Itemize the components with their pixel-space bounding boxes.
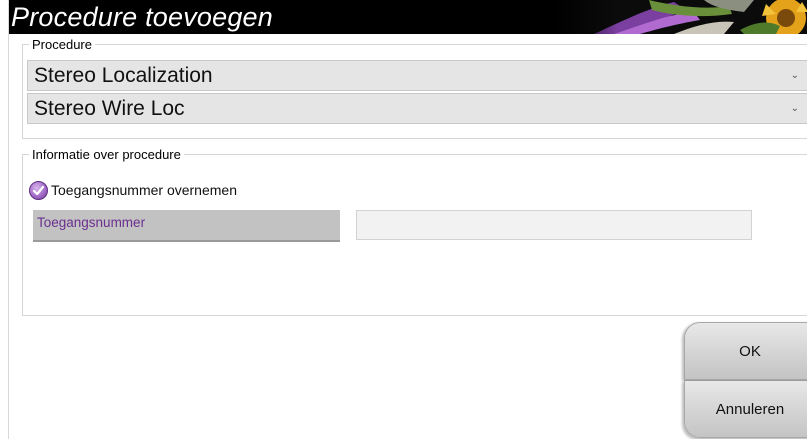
dialog-title: Procedure toevoegen — [11, 2, 273, 32]
procedure-select[interactable]: Stereo Localization ⌄ — [27, 60, 807, 91]
procedure-info-group: Informatie over procedure Toegangsnummer… — [22, 147, 807, 316]
title-bar: Procedure toevoegen — [9, 0, 807, 34]
procedure-group: Procedure Stereo Localization ⌄ Stereo W… — [22, 37, 807, 139]
flower-banner-image — [554, 0, 807, 34]
check-icon — [32, 185, 45, 195]
procedure-group-legend: Procedure — [32, 37, 92, 52]
accession-number-label: Toegangsnummer — [33, 210, 340, 242]
chevron-down-icon: ⌄ — [790, 103, 799, 114]
cancel-button[interactable]: Annuleren — [684, 380, 807, 438]
add-procedure-dialog: Procedure toevoegen Procedure Stereo Loc… — [8, 0, 807, 439]
procedure-info-group-legend: Informatie over procedure — [32, 147, 181, 162]
chevron-down-icon: ⌄ — [790, 70, 799, 81]
copy-accession-label: Toegangsnummer overnemen — [51, 182, 237, 198]
copy-accession-option[interactable]: Toegangsnummer overnemen — [29, 178, 237, 202]
copy-accession-checkbox[interactable] — [29, 180, 48, 200]
ok-button[interactable]: OK — [684, 322, 807, 380]
accession-number-input[interactable] — [356, 210, 752, 240]
procedure-select-value: Stereo Localization — [34, 64, 213, 87]
subprocedure-select[interactable]: Stereo Wire Loc ⌄ — [27, 93, 807, 124]
subprocedure-select-value: Stereo Wire Loc — [34, 97, 185, 120]
